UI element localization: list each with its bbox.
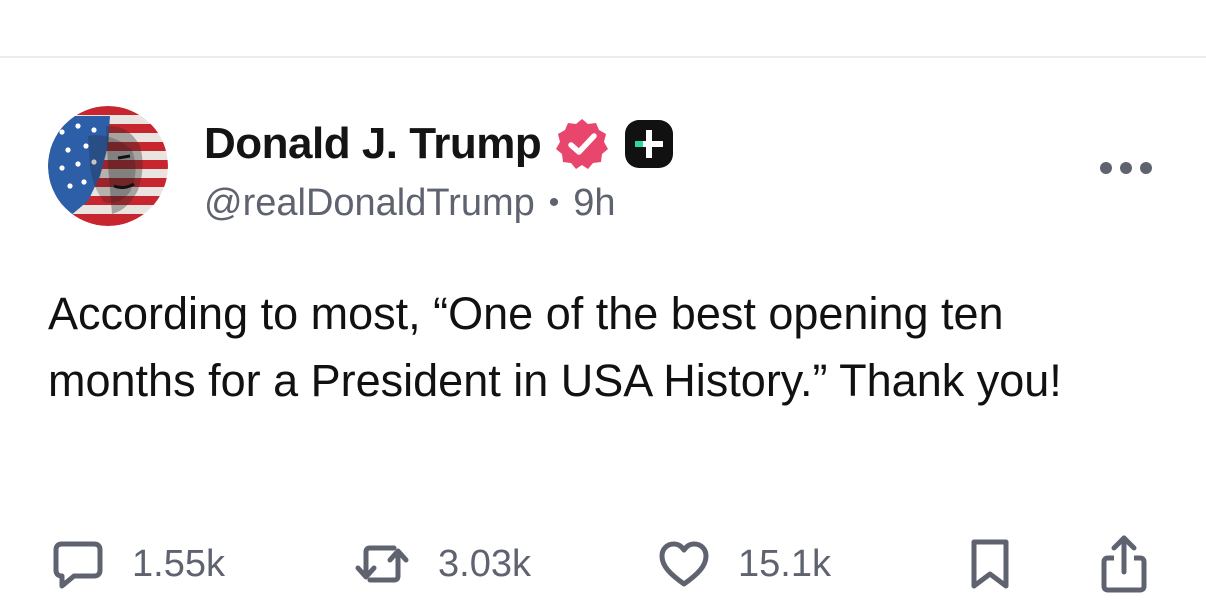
repost-icon	[355, 545, 409, 583]
post-body-text: According to most, “One of the best open…	[48, 288, 1062, 406]
author-row: Donald J. Trump	[204, 116, 675, 172]
repost-button[interactable]: 3.03k	[352, 532, 531, 596]
post-action-bar: 1.55k 3.03k 15.1k	[0, 532, 1206, 596]
share-button[interactable]	[1096, 532, 1152, 596]
author-display-name[interactable]: Donald J. Trump	[204, 119, 542, 169]
author-meta-row: @realDonaldTrump • 9h	[204, 180, 616, 226]
share-icon	[1101, 535, 1147, 593]
top-divider	[0, 56, 1206, 58]
author-handle[interactable]: @realDonaldTrump	[204, 182, 535, 225]
more-options-button[interactable]	[1096, 150, 1156, 186]
comment-icon	[53, 541, 103, 589]
heart-icon	[659, 541, 709, 587]
avatar[interactable]	[48, 106, 168, 226]
bookmark-icon	[971, 539, 1009, 589]
reply-button[interactable]: 1.55k	[50, 532, 225, 596]
post-timestamp[interactable]: 9h	[573, 182, 615, 225]
meta-separator: •	[548, 186, 560, 219]
verified-check-icon	[555, 117, 609, 171]
like-count: 15.1k	[738, 542, 831, 585]
repost-count: 3.03k	[438, 542, 531, 585]
like-button[interactable]: 15.1k	[656, 532, 831, 596]
more-options-icon	[1100, 162, 1152, 174]
bookmark-button[interactable]	[968, 532, 1012, 596]
plus-badge-icon	[623, 118, 675, 170]
reply-count: 1.55k	[132, 542, 225, 585]
avatar-image	[48, 106, 168, 226]
